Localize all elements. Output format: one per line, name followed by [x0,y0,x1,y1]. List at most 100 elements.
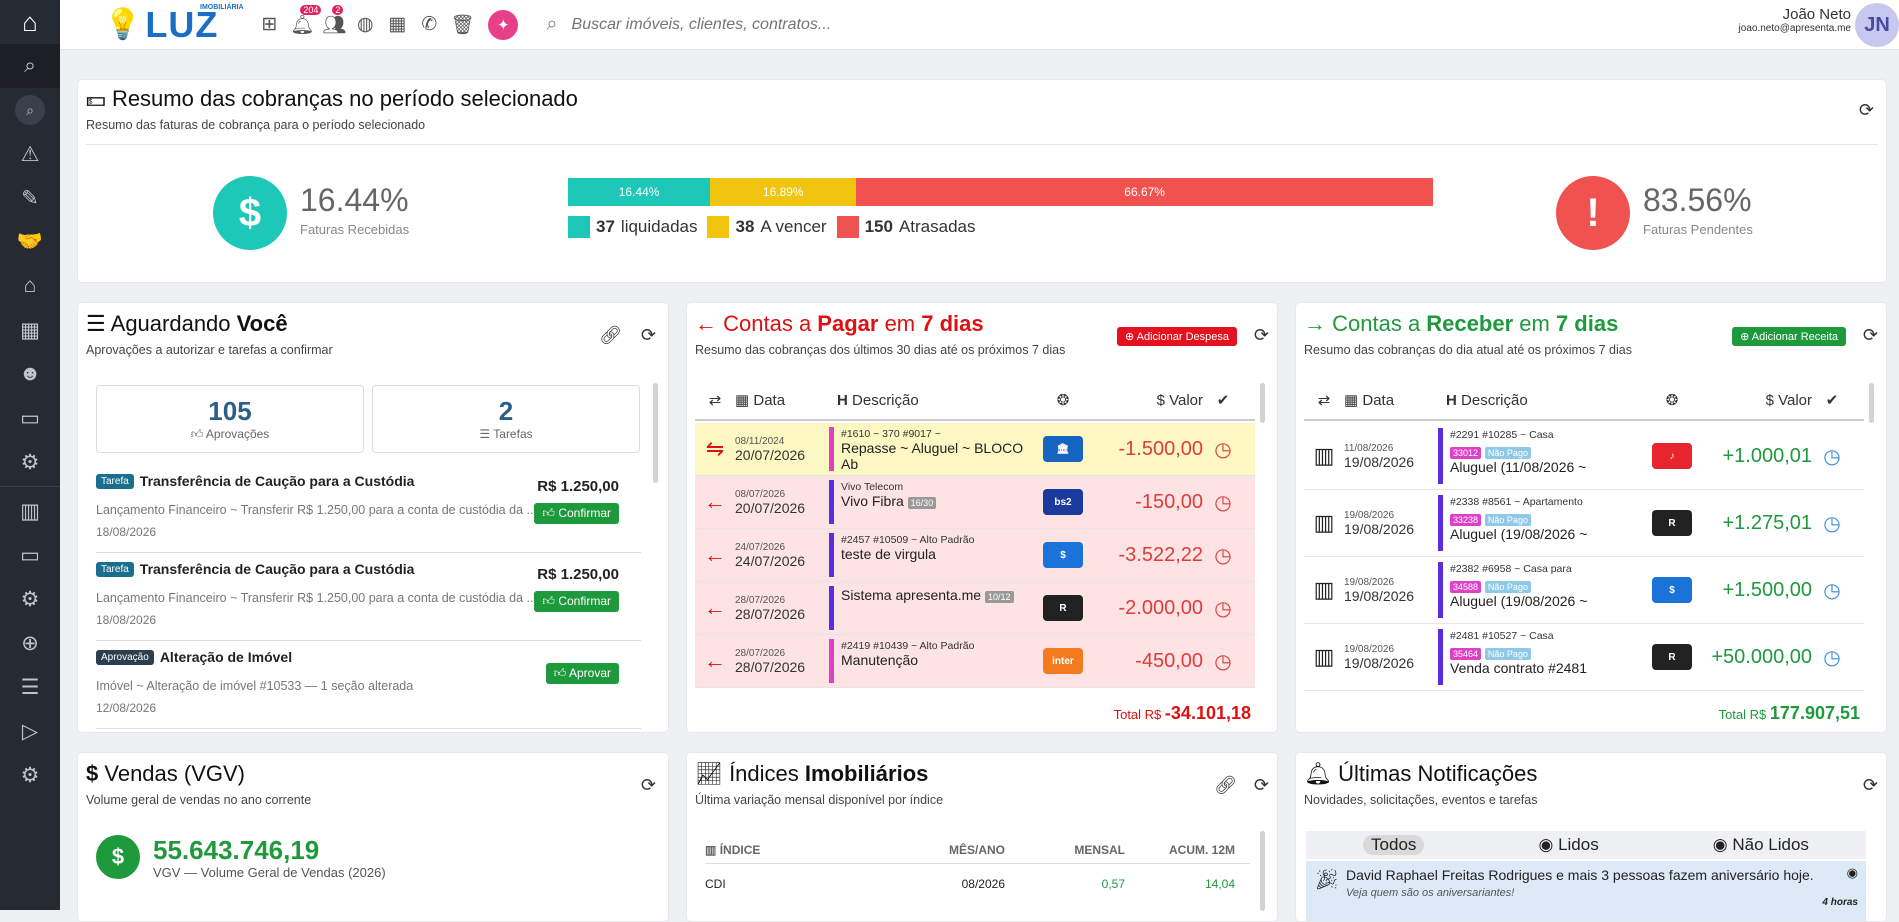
task-action-button[interactable]: 👍︎ Confirmar [534,591,619,612]
row-desc-text: Repasse ~ Aluguel ~ BLOCO [841,440,1024,456]
settings-icon[interactable]: ⚙ [0,440,60,484]
table-row[interactable]: ← 28/07/2026 28/07/2026 Sistema apresenta.m… [695,582,1255,635]
tab-nao-lidos[interactable]: ◉ Não Lidos [1713,835,1809,855]
add-expense-button[interactable]: ⊕ Adicionar Despesa [1116,327,1237,346]
clock-icon[interactable]: ◷ [1203,437,1243,462]
refresh-icon[interactable]: ⟳ [641,325,656,346]
task-item[interactable]: Aprovação Alteração de Imóvel Imóvel ~ Alt… [96,641,641,729]
task-action-button[interactable]: 👍︎ Aprovar [545,663,619,684]
col-valor[interactable]: $ Valor [1692,392,1812,409]
scrollbar[interactable] [1869,383,1874,423]
aprovacoes-count: 105 [208,396,252,426]
clock-icon[interactable]: ◷ [1812,645,1852,670]
tab-todos[interactable]: Todos [1363,835,1425,855]
clock-icon[interactable]: ◷ [1203,649,1243,674]
col-data[interactable]: ▦ Data [735,391,829,409]
table-row[interactable]: ▥ 19/08/2026 19/08/2026 #2382 #6958 ~ Casa … [1304,557,1864,624]
task-item[interactable]: Tarefa Transferência de Caução para a Cus… [96,553,641,641]
globe-icon[interactable]: ◍ [354,13,376,36]
user-info[interactable]: João Neto joao.neto@apresenta.me [1739,6,1851,34]
table-row[interactable]: ← 28/07/2026 28/07/2026 #2419 #10439 ~ Alto… [695,635,1255,688]
aprovacoes-stat[interactable]: 105 👍︎ Aprovações [96,385,364,453]
task-action-button[interactable]: 👍︎ Confirmar [534,503,619,524]
table-row[interactable]: ▥ 19/08/2026 19/08/2026 #2481 #10527 ~ Casa… [1304,624,1864,691]
trash-icon[interactable]: 🗑︎ [450,13,474,37]
refresh-icon[interactable]: ⟳ [1859,100,1874,121]
barcode-icon[interactable]: ▭ [0,396,60,440]
clock-icon[interactable]: ◷ [1203,490,1243,515]
col-desc-label: Descrição [852,391,919,409]
col-data[interactable]: ▦ Data [1344,391,1438,409]
refresh-icon[interactable]: ⟳ [1863,325,1878,346]
alert-icon[interactable]: ⚠ [0,132,60,176]
house-search-icon[interactable]: ⌂ [0,264,60,308]
table-row[interactable]: ← 08/07/2026 20/07/2026 Vivo Telecom Vivo Fi… [695,476,1255,529]
magic-icon[interactable]: ✦ [488,9,519,40]
add-income-button[interactable]: ⊕ Adicionar Receita [1732,327,1846,346]
task-value: R$ 1.250,00 [537,478,619,495]
swap-icon[interactable]: ⇄ [695,391,735,409]
clock-icon[interactable]: ◷ [1812,444,1852,469]
list-icon[interactable]: ☰ [0,665,60,709]
users-icon[interactable]: 👥︎ 2 [322,4,346,37]
receber-title-d: 7 dias [1555,311,1619,336]
scrollbar[interactable] [1260,383,1265,423]
phone-icon[interactable]: ✆ [418,13,440,36]
notif-tabs: Todos ◉ Lidos ◉ Não Lidos [1306,831,1866,859]
search-icon[interactable]: ⌕ [0,44,60,88]
legend-swatch [568,216,590,238]
search-input[interactable] [571,15,1132,34]
bell-icon[interactable]: 🔔︎ 204 [290,4,322,37]
col-desc[interactable]: H Descrição [1438,392,1652,409]
search-circle-icon[interactable]: ⌕ [0,88,60,132]
clock-icon[interactable]: ◷ [1203,543,1243,568]
support-icon[interactable]: ☻ [0,352,60,396]
settings-icon-2[interactable]: ⚙ [0,577,60,621]
apps-icon[interactable]: ⊞ [258,13,280,36]
handshake-icon[interactable]: 🤝 [0,220,60,264]
indices-subtitle: Última variação mensal disponível por ín… [695,793,944,807]
scrollbar[interactable] [1260,831,1265,911]
clock-icon[interactable]: ◷ [1812,578,1852,603]
calendar-icon[interactable]: ▦ [386,13,408,36]
task-item[interactable]: Tarefa Transferência de Caução para a Cus… [96,465,641,553]
refresh-icon[interactable]: ⟳ [641,775,656,796]
refresh-icon[interactable]: ⟳ [1254,775,1269,796]
play-icon[interactable]: ▷ [0,709,60,753]
bank-logo-icon: inter [1043,648,1083,674]
refresh-icon[interactable]: ⟳ [1254,325,1269,346]
table-row[interactable]: ▥ 19/08/2026 19/08/2026 #2338 #8561 ~ Apart… [1304,490,1864,557]
clock-icon[interactable]: ◷ [1203,596,1243,621]
swap-icon[interactable]: ⇄ [1304,391,1344,409]
col-desc[interactable]: H Descrição [829,392,1043,409]
notif-item[interactable]: 🎉︎ David Raphael Freitas Rodrigues e mai… [1306,861,1866,921]
link-icon[interactable]: 🔗︎ [1214,775,1237,796]
eye-icon[interactable]: ◉ [1847,865,1858,881]
avatar[interactable]: JN [1855,3,1899,47]
row-status: Não Pago [1484,581,1531,593]
table-row[interactable]: ← 24/07/2026 24/07/2026 #2457 #10509 ~ Alto… [695,529,1255,582]
building-icon[interactable]: ▥ [0,489,60,533]
check-icon[interactable]: ✔ [1812,391,1852,409]
vendas-title: $ Vendas (VGV) [86,761,311,787]
task-badge: Tarefa [96,473,134,489]
calendar-icon[interactable]: ▦ [0,308,60,352]
table-row[interactable]: ▥ 11/08/2026 19/08/2026 #2291 #10285 ~ Casa… [1304,423,1864,490]
table-row[interactable]: ⇋ 08/11/2024 20/07/2026 #1610 ~ 370 #9017 ~… [695,423,1255,476]
card-icon[interactable]: ▭ [0,533,60,577]
check-icon[interactable]: ✔ [1203,391,1243,409]
tarefas-stat[interactable]: 2 ☰ Tarefas [372,385,640,453]
settings-icon-3[interactable]: ⚙ [0,753,60,797]
link-icon[interactable]: 🔗︎ [599,325,622,346]
edit-document-icon[interactable]: ✎ [0,176,60,220]
plus-circle-icon[interactable]: ⊕ [0,621,60,665]
scrollbar[interactable] [653,383,658,483]
home-icon[interactable]: ⌂ [0,0,60,44]
refresh-icon[interactable]: ⟳ [1863,775,1878,796]
row-desc-text: Aluguel (19/08/2026 ~ [1450,526,1588,542]
logo-col-icon: ❂ [1665,392,1679,409]
brand-logo[interactable]: 💡 LUZ IMOBILIÁRIA [104,4,244,46]
clock-icon[interactable]: ◷ [1812,511,1852,536]
tab-lidos[interactable]: ◉ Lidos [1538,835,1598,855]
col-valor[interactable]: $ Valor [1083,392,1203,409]
